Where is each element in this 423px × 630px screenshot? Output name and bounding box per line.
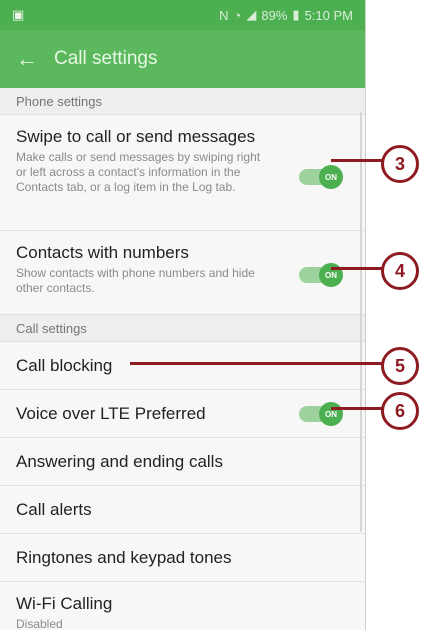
setting-title: Ringtones and keypad tones xyxy=(16,547,232,567)
section-header-phone-settings: Phone settings xyxy=(0,88,365,115)
setting-title: Call blocking xyxy=(16,355,113,375)
setting-title: Wi-Fi Calling xyxy=(16,594,113,613)
app-bar: ← Call settings xyxy=(0,30,365,88)
callout-6: 6 xyxy=(381,392,419,430)
setting-contacts-with-numbers[interactable]: Contacts with numbers Show contacts with… xyxy=(0,231,365,315)
setting-title: Call alerts xyxy=(16,499,92,519)
callout-5: 5 xyxy=(381,347,419,385)
nfc-icon: N xyxy=(219,7,229,23)
scrollbar[interactable] xyxy=(360,112,362,532)
setting-status: Disabled xyxy=(16,617,63,630)
callout-4: 4 xyxy=(381,252,419,290)
setting-swipe-to-call[interactable]: Swipe to call or send messages Make call… xyxy=(0,115,365,231)
image-icon: ▣ xyxy=(12,7,25,22)
back-arrow-icon[interactable]: ← xyxy=(16,46,38,72)
signal-icon: ◢ xyxy=(246,7,257,22)
setting-call-blocking[interactable]: Call blocking xyxy=(0,342,365,390)
callout-3: 3 xyxy=(381,145,419,183)
status-bar: ▣ N ◔ ◢ 89% ▮ 5:10 PM xyxy=(0,0,365,30)
setting-title: Contacts with numbers xyxy=(16,243,189,262)
callout-line xyxy=(130,362,383,365)
toggle-knob: ON xyxy=(319,402,343,426)
wifi-icon: ◔ xyxy=(233,7,242,23)
callout-line xyxy=(331,159,383,162)
setting-title: Voice over LTE Preferred xyxy=(16,403,206,423)
setting-wifi-calling[interactable]: Wi-Fi Calling Disabled xyxy=(0,582,365,630)
setting-answering-ending-calls[interactable]: Answering and ending calls xyxy=(0,438,365,486)
section-header-call-settings: Call settings xyxy=(0,315,365,342)
swipe-toggle[interactable]: ON xyxy=(299,165,343,189)
battery-icon: ▮ xyxy=(292,7,300,22)
setting-call-alerts[interactable]: Call alerts xyxy=(0,486,365,534)
setting-ringtones-keypad[interactable]: Ringtones and keypad tones xyxy=(0,534,365,582)
battery-percent: 89% xyxy=(261,7,288,23)
setting-title: Answering and ending calls xyxy=(16,451,223,471)
setting-title: Swipe to call or send messages xyxy=(16,127,256,146)
clock: 5:10 PM xyxy=(304,7,353,23)
callout-line xyxy=(331,407,383,410)
setting-voice-over-lte[interactable]: Voice over LTE Preferred ON xyxy=(0,390,365,438)
toggle-knob: ON xyxy=(319,165,343,189)
page-title: Call settings xyxy=(54,48,158,69)
callout-line xyxy=(331,267,383,270)
phone-screen: ▣ N ◔ ◢ 89% ▮ 5:10 PM ← Call settings Ph… xyxy=(0,0,366,630)
